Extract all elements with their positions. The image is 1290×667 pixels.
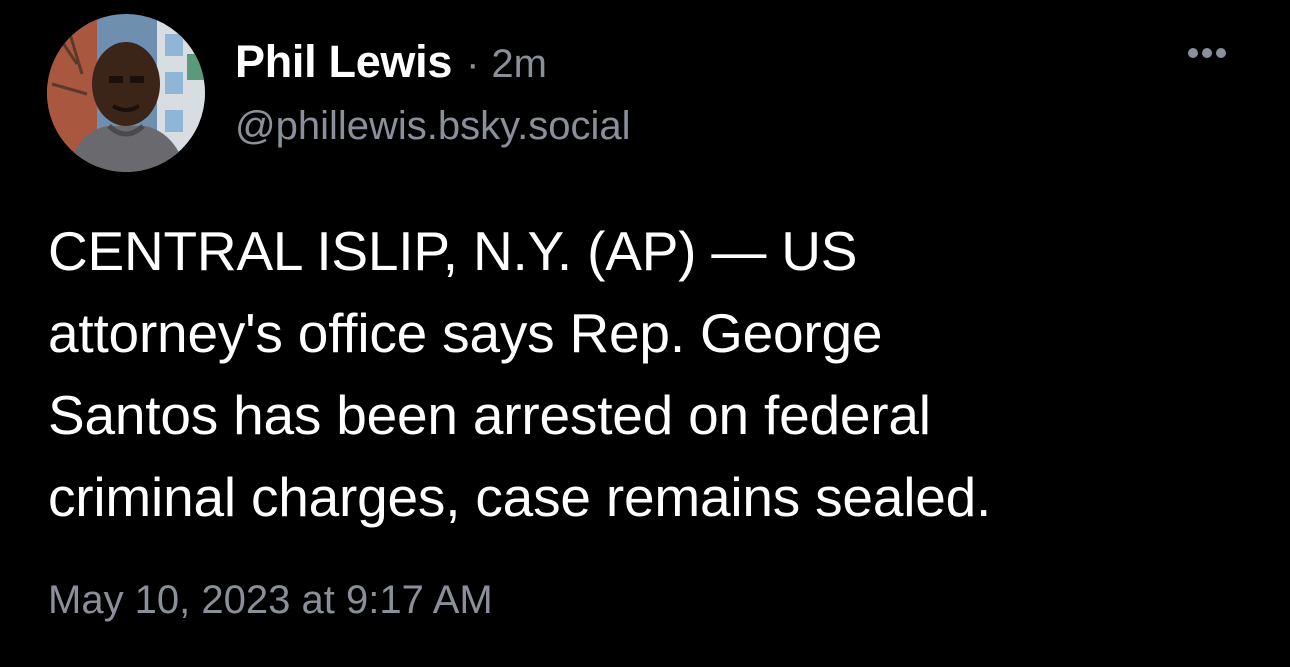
author-line: Phil Lewis · 2m xyxy=(235,36,631,88)
avatar-photo-icon xyxy=(47,14,205,172)
post-text: CENTRAL ISLIP, N.Y. (AP) — US attorney's… xyxy=(48,220,992,528)
more-options-button[interactable] xyxy=(1180,36,1234,70)
avatar[interactable] xyxy=(47,14,205,172)
post-timestamp: May 10, 2023 at 9:17 AM xyxy=(48,578,493,622)
author-display-name[interactable]: Phil Lewis xyxy=(235,36,452,88)
ellipsis-icon xyxy=(1188,48,1226,58)
author-handle[interactable]: @phillewis.bsky.social xyxy=(235,104,631,149)
post-header: Phil Lewis · 2m @phillewis.bsky.social xyxy=(235,36,631,156)
relative-time[interactable]: 2m xyxy=(491,42,547,87)
post-card: Phil Lewis · 2m @phillewis.bsky.social C… xyxy=(0,0,1290,667)
separator-dot: · xyxy=(466,42,480,86)
